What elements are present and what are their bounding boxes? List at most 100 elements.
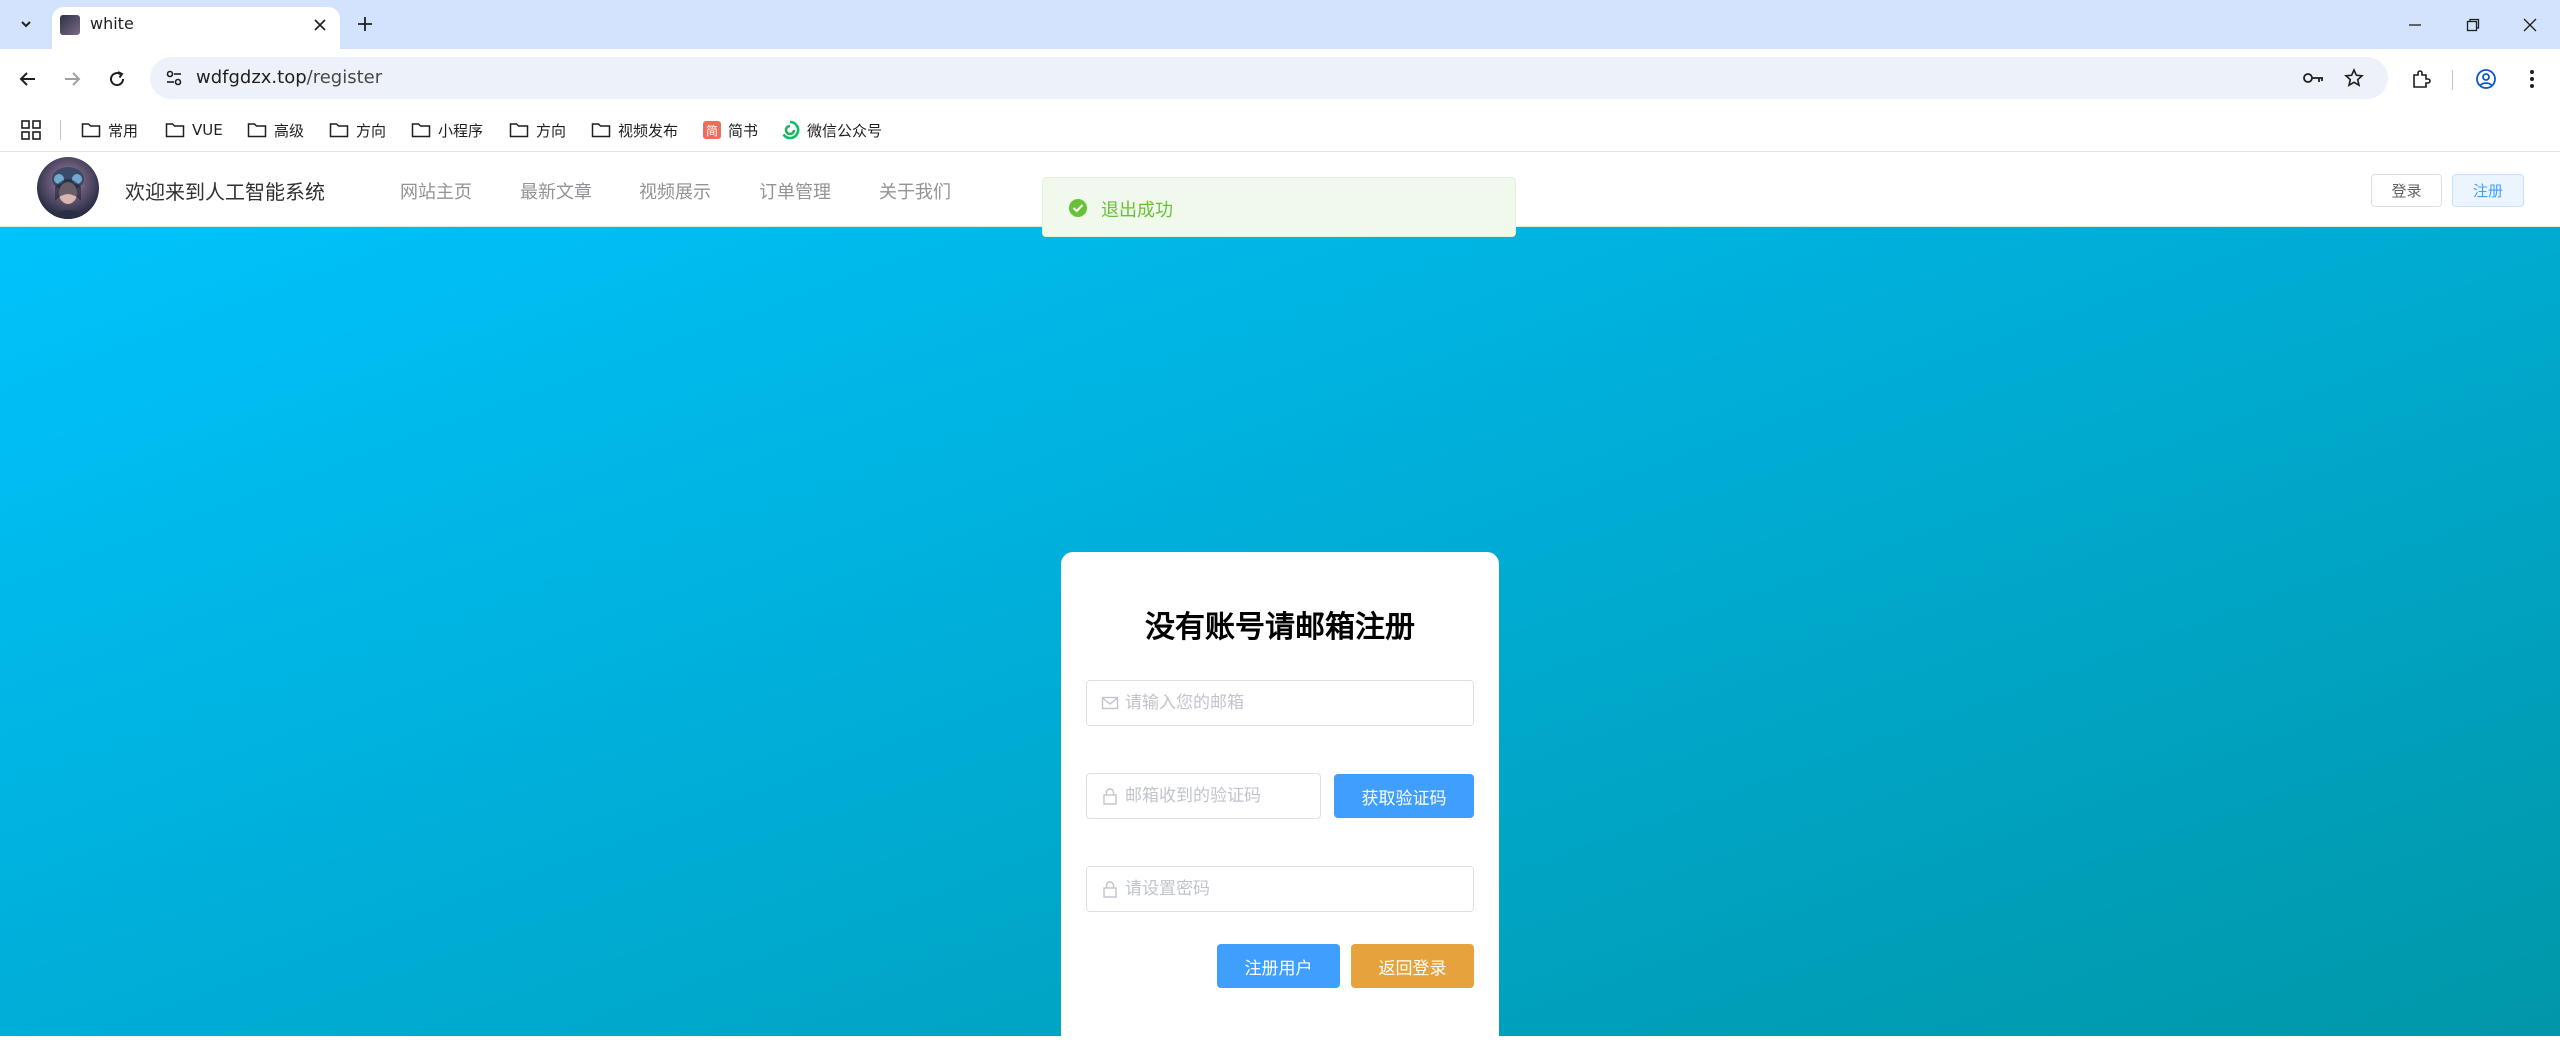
chevron-down-icon — [21, 21, 31, 28]
svg-text:简: 简 — [706, 124, 718, 138]
browser-menu-button[interactable] — [2517, 64, 2547, 94]
arrow-left-icon — [19, 72, 35, 86]
bookmark-folder[interactable]: 常用 — [81, 115, 138, 145]
tab-close-button[interactable] — [308, 13, 332, 37]
nav-item-videos[interactable]: 视频展示 — [639, 178, 711, 204]
jianshu-icon: 简 — [703, 121, 721, 139]
web-page: 欢迎来到人工智能系统 网站主页 最新文章 视频展示 订单管理 关于我们 登录 注… — [0, 152, 2560, 1053]
back-button[interactable] — [11, 62, 45, 96]
close-icon — [2523, 18, 2537, 31]
register-button[interactable]: 注册 — [2452, 174, 2524, 207]
restore-button[interactable] — [2445, 0, 2501, 49]
get-code-button[interactable]: 获取验证码 — [1334, 774, 1474, 818]
url-text: wdfgdzx.top/register — [196, 67, 382, 88]
bookmark-folder[interactable]: 高级 — [247, 115, 304, 145]
site-info-button[interactable] — [160, 64, 188, 92]
account-circle-icon — [2476, 69, 2496, 89]
register-card: 没有账号请邮箱注册 获取验证码 注册用户 返回登录 — [1061, 552, 1499, 1053]
lock-icon — [1103, 788, 1117, 805]
more-vert-icon — [2530, 70, 2534, 88]
bookmark-link[interactable]: 微信公众号 — [780, 115, 882, 145]
reload-icon — [110, 71, 125, 87]
star-icon — [2344, 68, 2364, 87]
profile-button[interactable] — [2471, 64, 2501, 94]
bookmark-label: 视频发布 — [618, 121, 679, 140]
bookmark-folder[interactable]: 方向 — [329, 115, 386, 145]
register-title: 没有账号请邮箱注册 — [1145, 610, 1415, 645]
restore-icon — [2466, 18, 2480, 31]
plus-icon — [358, 17, 372, 31]
wechat-icon — [782, 120, 800, 140]
close-icon — [314, 19, 326, 31]
bookmark-folder[interactable]: 小程序 — [411, 115, 483, 145]
bookmark-label: 小程序 — [438, 121, 484, 140]
bookmark-link[interactable]: 简 简书 — [703, 115, 758, 145]
folder-icon — [247, 123, 267, 138]
bookmark-folder[interactable]: VUE — [165, 115, 223, 145]
tune-icon — [166, 70, 182, 86]
browser-toolbar: wdfgdzx.top/register — [0, 49, 2560, 109]
check-circle-icon — [1069, 199, 1087, 217]
bookmark-label: 方向 — [356, 121, 387, 140]
toolbar-divider — [2452, 70, 2453, 90]
forward-button[interactable] — [55, 62, 89, 96]
url-host: wdfgdzx.top — [196, 67, 307, 88]
bookmark-folder[interactable]: 方向 — [509, 115, 566, 145]
folder-icon — [165, 123, 185, 138]
folder-icon — [509, 123, 529, 138]
verification-code-field[interactable] — [1086, 773, 1321, 819]
tab-search-button[interactable] — [10, 8, 42, 40]
bookmark-star-button[interactable] — [2340, 64, 2368, 92]
bookmark-label: 方向 — [536, 121, 567, 140]
address-bar[interactable]: wdfgdzx.top/register — [150, 57, 2388, 99]
reload-button[interactable] — [100, 62, 134, 96]
avatar-image — [49, 167, 87, 219]
password-field[interactable] — [1086, 866, 1474, 912]
site-logo-avatar — [37, 157, 99, 219]
bookmark-label: 微信公众号 — [807, 121, 883, 140]
bookmarks-divider — [60, 120, 61, 140]
browser-tab-strip: white — [0, 0, 2560, 49]
apps-grid-button[interactable] — [20, 119, 42, 141]
mail-icon — [1101, 696, 1119, 710]
bookmark-label: 常用 — [108, 121, 139, 140]
close-window-button[interactable] — [2502, 0, 2558, 49]
extensions-button[interactable] — [2406, 64, 2436, 94]
site-title: 欢迎来到人工智能系统 — [125, 180, 325, 204]
password-key-button[interactable] — [2300, 64, 2328, 92]
back-to-login-button[interactable]: 返回登录 — [1351, 944, 1474, 988]
bookmark-label: VUE — [192, 121, 223, 139]
minimize-button[interactable] — [2387, 0, 2443, 49]
nav-item-orders[interactable]: 订单管理 — [759, 178, 831, 204]
url-path: /register — [306, 67, 383, 88]
login-button[interactable]: 登录 — [2371, 174, 2442, 207]
nav-item-articles[interactable]: 最新文章 — [520, 178, 592, 204]
key-icon — [2303, 73, 2323, 83]
nav-item-home[interactable]: 网站主页 — [400, 178, 472, 204]
minimize-icon — [2409, 23, 2421, 26]
success-toast: 退出成功 — [1042, 177, 1516, 237]
bookmark-folder[interactable]: 视频发布 — [591, 115, 678, 145]
bookmark-label: 高级 — [274, 121, 305, 140]
verification-code-input[interactable] — [1125, 774, 1313, 818]
new-tab-button[interactable] — [351, 10, 379, 38]
bookmark-label: 简书 — [728, 121, 759, 140]
browser-tab[interactable]: white — [52, 7, 340, 49]
lock-icon — [1103, 881, 1117, 898]
bookmarks-bar: 常用 VUE 高级 方向 小程序 方向 视频发布 简 简书 微信公众号 — [0, 109, 2560, 152]
nav-item-about[interactable]: 关于我们 — [879, 178, 951, 204]
email-input[interactable] — [1125, 681, 1461, 725]
folder-icon — [591, 123, 611, 138]
folder-icon — [411, 123, 431, 138]
puzzle-icon — [2413, 70, 2431, 88]
toast-message: 退出成功 — [1101, 200, 1173, 221]
apps-grid-icon — [21, 120, 41, 140]
register-user-button[interactable]: 注册用户 — [1217, 944, 1340, 988]
password-input[interactable] — [1125, 867, 1461, 911]
hero-background: 没有账号请邮箱注册 获取验证码 注册用户 返回登录 — [0, 227, 2560, 1053]
email-field[interactable] — [1086, 680, 1474, 726]
tab-favicon-icon — [60, 15, 80, 35]
tab-title: white — [90, 14, 134, 33]
folder-icon — [329, 123, 349, 138]
arrow-right-icon — [65, 72, 81, 86]
